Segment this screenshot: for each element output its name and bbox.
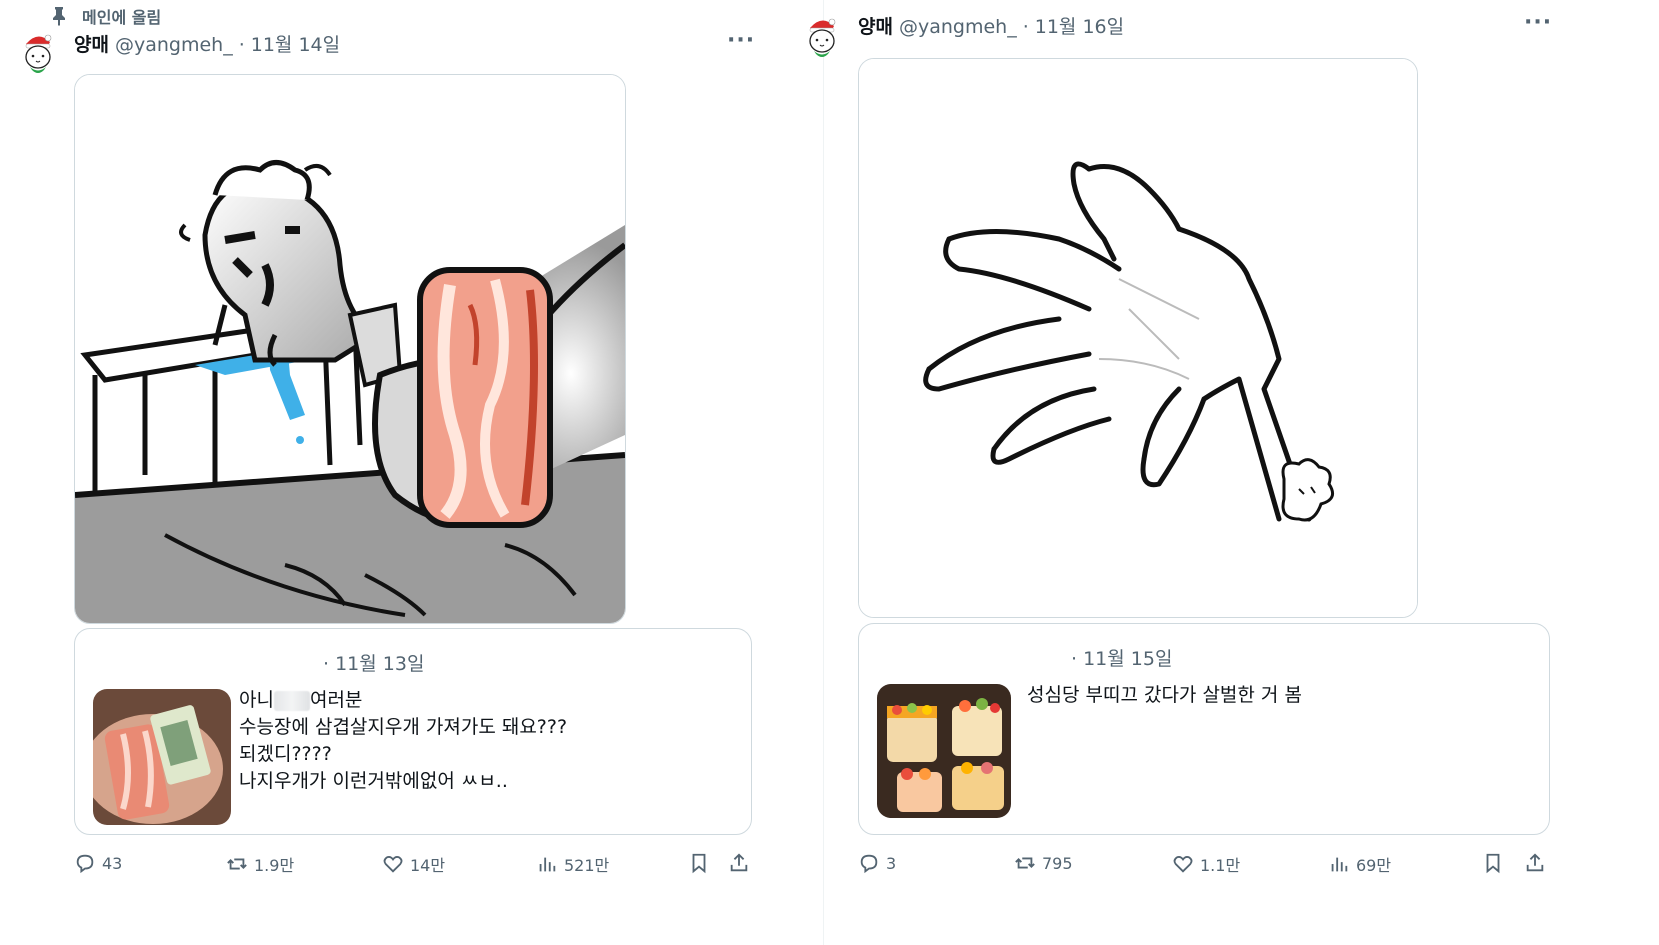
pin-icon xyxy=(53,7,65,26)
eraser-photo xyxy=(93,689,231,825)
reply-button[interactable]: 3 xyxy=(858,852,896,874)
heart-icon xyxy=(383,856,403,873)
repost-count: 1.9만 xyxy=(254,856,295,875)
quoted-date[interactable]: · 11월 15일 xyxy=(1071,644,1172,671)
quoted-thumbnail[interactable] xyxy=(877,684,1011,818)
quoted-date[interactable]: · 11월 13일 xyxy=(323,649,424,676)
views-button[interactable]: 69만 xyxy=(1328,852,1391,876)
bookmark-icon xyxy=(692,853,706,874)
separator-dot: · xyxy=(323,653,330,675)
tweet-header: 양매 @yangmeh_ · 11월 14일 xyxy=(74,30,340,57)
quoted-text-line1-end: 여러분 xyxy=(309,689,363,711)
avatar[interactable] xyxy=(18,30,58,76)
like-button[interactable]: 14만 xyxy=(382,852,445,876)
share-icon xyxy=(1526,853,1544,872)
share-button[interactable] xyxy=(728,852,750,874)
repost-icon xyxy=(1015,857,1035,869)
pinned-label: 메인에 올림 xyxy=(82,8,162,27)
quoted-text-line2: 수능장에 삼겹살지우개 가져가도 돼요??? xyxy=(239,716,568,738)
quoted-text-line3: 되겠디???? xyxy=(239,743,332,765)
repost-icon xyxy=(227,858,247,870)
tweet-image[interactable] xyxy=(74,74,626,624)
separator-dot: · xyxy=(238,34,245,56)
avatar[interactable] xyxy=(802,14,842,60)
pinned-indicator: 메인에 올림 xyxy=(50,4,161,28)
like-count: 14만 xyxy=(410,856,446,875)
share-icon xyxy=(730,853,748,872)
quoted-tweet[interactable]: · 11월 13일 아니 여러분 수능장에 삼겹살지우개 가져가도 돼요??? 되… xyxy=(74,628,752,835)
reply-count: 43 xyxy=(102,853,123,873)
quoted-tweet[interactable]: · 11월 15일 성심당 부띠끄 갔다가 살벌한 거 봄 xyxy=(858,623,1550,835)
repost-button[interactable]: 795 xyxy=(1014,852,1073,874)
quoted-text-line1-start: 아니 xyxy=(239,689,274,711)
author-name[interactable]: 양매 xyxy=(858,12,893,39)
views-icon xyxy=(539,857,556,872)
more-options-icon[interactable]: ··· xyxy=(727,28,755,53)
drawing-eraser-illustration xyxy=(75,75,625,623)
tweet-header: 양매 @yangmeh_ · 11월 16일 xyxy=(858,12,1124,39)
tweet-image[interactable] xyxy=(858,58,1418,618)
views-count: 69만 xyxy=(1356,856,1392,875)
tweet-date[interactable]: 11월 14일 xyxy=(251,30,340,57)
separator-dot: · xyxy=(1022,16,1029,38)
views-button[interactable]: 521만 xyxy=(536,852,609,876)
cake-photo xyxy=(877,684,1011,818)
share-button[interactable] xyxy=(1524,852,1546,874)
author-name[interactable]: 양매 xyxy=(74,30,109,57)
tweet-actions: 3 795 1.1만 69만 xyxy=(858,852,1548,882)
views-count: 521만 xyxy=(564,856,610,875)
quoted-text-line4: 나지우개가 이런거밖에없어 ㅆㅂ.. xyxy=(239,770,508,792)
repost-count: 795 xyxy=(1042,853,1073,873)
reply-icon xyxy=(76,854,94,874)
quoted-thumbnail[interactable] xyxy=(93,689,231,825)
tweet-actions: 43 1.9만 14만 521만 xyxy=(74,852,754,882)
reply-count: 3 xyxy=(886,853,897,873)
repost-button[interactable]: 1.9만 xyxy=(226,852,294,876)
bookmark-icon xyxy=(1486,853,1500,874)
quoted-date-text: 11월 13일 xyxy=(335,653,425,675)
separator-dot: · xyxy=(1071,648,1078,670)
quoted-text: 아니 여러분 수능장에 삼겹살지우개 가져가도 돼요??? 되겠디???? 나지우… xyxy=(239,687,567,795)
drawing-hand-illustration xyxy=(859,59,1417,617)
heart-icon xyxy=(1173,856,1193,873)
quoted-text: 성심당 부띠끄 갔다가 살벌한 거 봄 xyxy=(1027,684,1302,706)
more-options-icon[interactable]: ··· xyxy=(1524,10,1552,35)
quoted-date-text: 11월 15일 xyxy=(1083,648,1173,670)
blurred-censor xyxy=(273,690,310,711)
bookmark-button[interactable] xyxy=(688,852,710,874)
like-button[interactable]: 1.1만 xyxy=(1172,852,1240,876)
tweet-left[interactable]: 메인에 올림 양매 @yangmeh_ · 11월 14일 ··· · 11월 … xyxy=(0,0,823,945)
author-handle[interactable]: @yangmeh_ xyxy=(899,16,1017,38)
tweet-date[interactable]: 11월 16일 xyxy=(1035,12,1124,39)
author-handle[interactable]: @yangmeh_ xyxy=(115,34,233,56)
views-icon xyxy=(1331,857,1348,872)
reply-button[interactable]: 43 xyxy=(74,852,122,874)
tweet-right[interactable]: 양매 @yangmeh_ · 11월 16일 ··· · 11월 15일 성심당… xyxy=(809,0,1659,945)
bookmark-button[interactable] xyxy=(1482,852,1504,874)
reply-icon xyxy=(860,854,878,874)
like-count: 1.1만 xyxy=(1200,856,1241,875)
